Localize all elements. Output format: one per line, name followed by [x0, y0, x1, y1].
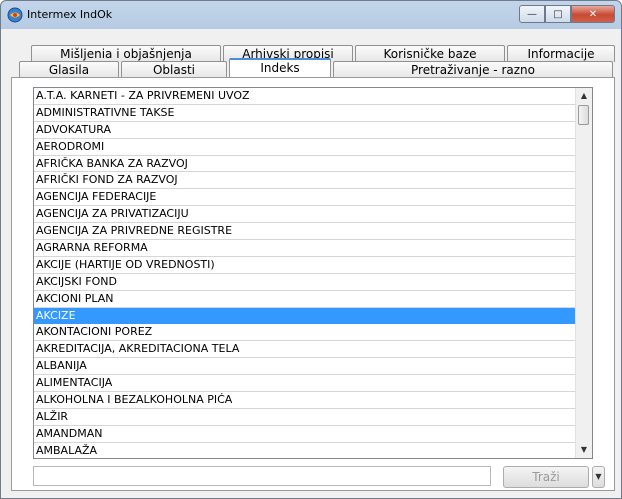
- window-title: Intermex IndOk: [27, 8, 113, 21]
- trazi-button[interactable]: Traži: [503, 466, 589, 488]
- vertical-scrollbar[interactable]: ▲ ▼: [575, 88, 592, 458]
- index-list[interactable]: A.T.A. KARNETI - ZA PRIVREMENI UVOZ ADMIN…: [33, 87, 593, 459]
- close-icon: ✕: [588, 8, 598, 20]
- tab-korisnicke-baze[interactable]: Korisničke baze: [355, 45, 505, 62]
- list-item[interactable]: AGRARNA REFORMA: [34, 240, 592, 257]
- tab-informacije[interactable]: Informacije: [507, 45, 615, 62]
- list-item[interactable]: AFRIČKI FOND ZA RAZVOJ: [34, 172, 592, 190]
- tab-oblasti[interactable]: Oblasti: [121, 61, 227, 78]
- list-item[interactable]: AGENCIJA ZA PRIVATIZACIJU: [34, 206, 592, 224]
- list-item[interactable]: AKONTACIONI POREZ: [34, 324, 592, 342]
- list-item[interactable]: AKCIZE: [34, 307, 592, 325]
- app-icon: [7, 7, 23, 23]
- list-item[interactable]: AERODROMI: [34, 139, 592, 156]
- chevron-down-icon: ▼: [580, 445, 588, 454]
- list-item[interactable]: AKCIONI PLAN: [34, 291, 592, 308]
- chevron-up-icon: ▲: [580, 91, 588, 100]
- list-item[interactable]: ADVOKATURA: [34, 122, 592, 139]
- list-item[interactable]: AKCIJSKI FOND: [34, 274, 592, 291]
- list-item[interactable]: AKCIJE (HARTIJE OD VREDNOSTI): [34, 257, 592, 274]
- search-input[interactable]: [33, 466, 491, 486]
- maximize-button[interactable]: □: [545, 5, 571, 23]
- list-item[interactable]: ALBANIJA: [34, 358, 592, 376]
- list-item[interactable]: ALŽIR: [34, 409, 592, 426]
- title-bar[interactable]: Intermex IndOk — □ ✕: [1, 1, 621, 29]
- scroll-up-button[interactable]: ▲: [576, 88, 592, 104]
- list-item[interactable]: ADMINISTRATIVNE TAKSE: [34, 105, 592, 122]
- app-window: Intermex IndOk — □ ✕ Mišljenia i objašnj…: [0, 0, 622, 499]
- list-item[interactable]: AFRIČKA BANKA ZA RAZVOJ: [34, 156, 592, 173]
- list-items: A.T.A. KARNETI - ZA PRIVREMENI UVOZ ADMIN…: [34, 88, 592, 458]
- search-options-dropdown[interactable]: ▼: [592, 466, 605, 488]
- list-item[interactable]: ALIMENTACIJA: [34, 375, 592, 393]
- minimize-button[interactable]: —: [519, 5, 545, 23]
- minimize-icon: —: [527, 8, 537, 20]
- scroll-thumb[interactable]: [578, 105, 589, 125]
- list-item[interactable]: A.T.A. KARNETI - ZA PRIVREMENI UVOZ: [34, 88, 592, 105]
- list-item[interactable]: AGENCIJA ZA PRIVREDNE REGISTRE: [34, 223, 592, 241]
- list-item[interactable]: AGENCIJA FEDERACIJE: [34, 189, 592, 207]
- maximize-icon: □: [553, 8, 563, 20]
- tab-glasila[interactable]: Glasila: [19, 61, 119, 78]
- tab-indeks[interactable]: Indeks: [229, 58, 331, 78]
- list-item[interactable]: AKREDITACIJA, AKREDITACIONA TELA: [34, 341, 592, 359]
- tab-pretrazivanje-razno[interactable]: Pretraživanje - razno: [333, 61, 613, 78]
- chevron-down-icon: ▼: [595, 472, 602, 481]
- list-item[interactable]: AMBALAŽA: [34, 443, 592, 458]
- list-item[interactable]: ALKOHOLNA I BEZALKOHOLNA PIĆA: [34, 392, 592, 409]
- list-item[interactable]: AMANDMAN: [34, 426, 592, 443]
- tab-misljenja[interactable]: Mišljenia i objašnjenja: [31, 45, 221, 62]
- scroll-down-button[interactable]: ▼: [576, 442, 592, 458]
- close-button[interactable]: ✕: [571, 5, 615, 23]
